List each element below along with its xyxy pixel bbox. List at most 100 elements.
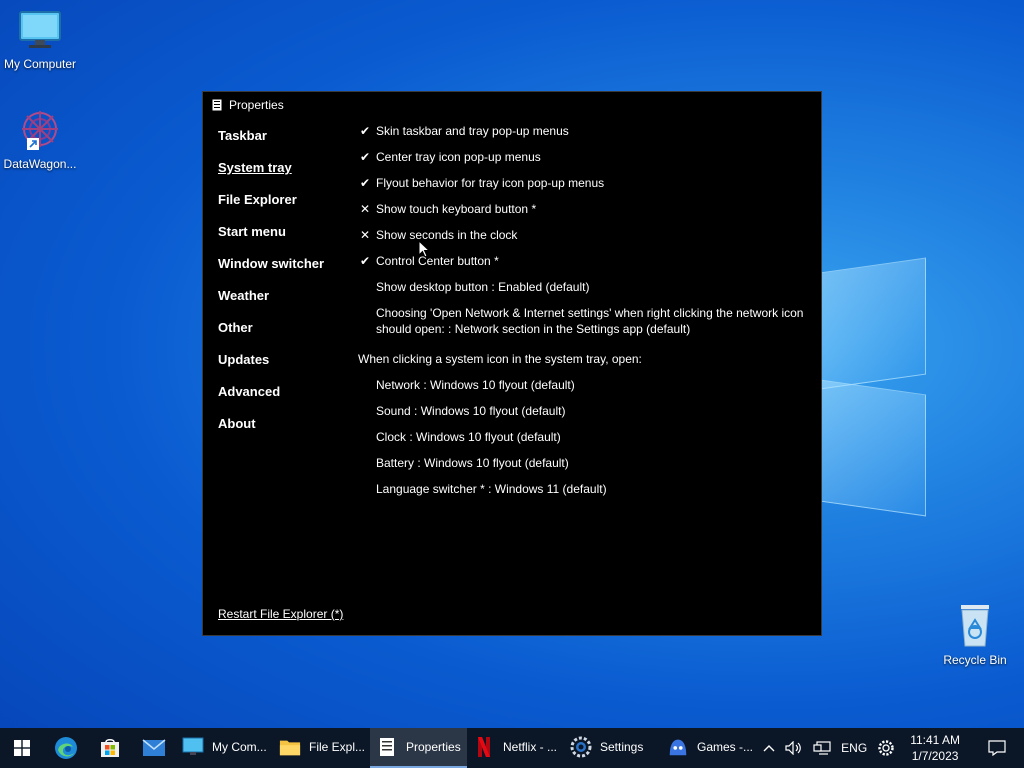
taskbar-app-my-computer[interactable]: My Com... bbox=[176, 728, 273, 768]
mail-icon bbox=[142, 739, 166, 756]
monitor-icon bbox=[182, 736, 204, 758]
setting-network-flyout[interactable]: Network : Windows 10 flyout (default) bbox=[358, 377, 808, 403]
properties-window: Properties Taskbar System tray File Expl… bbox=[202, 91, 822, 636]
setting-label: Clock : Windows 10 flyout (default) bbox=[376, 430, 561, 444]
window-title: Properties bbox=[229, 98, 284, 112]
nav-item-weather[interactable]: Weather bbox=[218, 288, 348, 320]
taskbar-app-label: Netflix - ... bbox=[503, 740, 558, 754]
desktop-icon-my-computer[interactable]: My Computer bbox=[0, 10, 80, 71]
desktop-icon-label: Recycle Bin bbox=[943, 653, 1007, 667]
properties-icon bbox=[212, 99, 222, 111]
setting-label: Sound : Windows 10 flyout (default) bbox=[376, 404, 566, 418]
network-icon bbox=[813, 741, 831, 755]
desktop-icon-recycle-bin[interactable]: Recycle Bin bbox=[935, 602, 1015, 667]
setting-label: Show touch keyboard button * bbox=[376, 202, 537, 216]
desktop-icon-datawagon[interactable]: DataWagon... bbox=[0, 106, 80, 171]
taskbar: My Com... File Expl... Properties Netfli… bbox=[0, 728, 1024, 768]
setting-network-settings-target[interactable]: Choosing 'Open Network & Internet settin… bbox=[358, 305, 808, 351]
nav-item-start-menu[interactable]: Start menu bbox=[218, 224, 348, 256]
desktop-icon-label: My Computer bbox=[3, 57, 77, 71]
monitor-icon bbox=[19, 11, 61, 48]
cross-icon: ✕ bbox=[359, 202, 371, 216]
setting-language-switcher[interactable]: Language switcher * : Windows 11 (defaul… bbox=[358, 481, 808, 507]
taskbar-app-label: My Com... bbox=[212, 740, 267, 754]
setting-label: Flyout behavior for tray icon pop-up men… bbox=[376, 176, 605, 190]
nav-item-taskbar[interactable]: Taskbar bbox=[218, 128, 348, 160]
clock[interactable]: 11:41 AM 1/7/2023 bbox=[900, 728, 970, 768]
datawagon-icon bbox=[22, 111, 58, 150]
start-button[interactable] bbox=[0, 728, 44, 768]
games-icon bbox=[667, 736, 689, 758]
setting-flyout-behavior[interactable]: ✔ Flyout behavior for tray icon pop-up m… bbox=[358, 175, 808, 201]
clock-date: 1/7/2023 bbox=[911, 749, 959, 763]
volume-button[interactable] bbox=[780, 728, 808, 768]
taskbar-app-properties[interactable]: Properties bbox=[370, 728, 467, 768]
setting-center-tray-menus[interactable]: ✔ Center tray icon pop-up menus bbox=[358, 149, 808, 175]
taskbar-app-label: Settings bbox=[600, 740, 644, 754]
cross-icon: ✕ bbox=[359, 228, 371, 242]
nav-item-other[interactable]: Other bbox=[218, 320, 348, 352]
setting-label: Language switcher * : Windows 11 (defaul… bbox=[376, 482, 607, 496]
checkmark-icon: ✔ bbox=[359, 150, 371, 164]
checkmark-icon: ✔ bbox=[359, 254, 371, 268]
setting-clock-flyout[interactable]: Clock : Windows 10 flyout (default) bbox=[358, 429, 808, 455]
checkmark-icon: ✔ bbox=[359, 124, 371, 138]
taskbar-edge-button[interactable] bbox=[44, 728, 88, 768]
setting-label: Network : Windows 10 flyout (default) bbox=[376, 378, 575, 392]
setting-skin-tray-menus[interactable]: ✔ Skin taskbar and tray pop-up menus bbox=[358, 123, 808, 149]
checkmark-icon: ✔ bbox=[359, 176, 371, 190]
restart-file-explorer-link[interactable]: Restart File Explorer (*) bbox=[218, 607, 343, 621]
section-heading: When clicking a system icon in the syste… bbox=[358, 351, 808, 377]
setting-battery-flyout[interactable]: Battery : Windows 10 flyout (default) bbox=[358, 455, 808, 481]
chevron-up-icon bbox=[763, 745, 775, 752]
taskbar-mail-button[interactable] bbox=[132, 728, 176, 768]
speaker-icon bbox=[785, 741, 802, 755]
system-tray: ENG 11:41 AM 1/7/2023 bbox=[758, 728, 1024, 768]
windows-logo-wallpaper bbox=[820, 255, 930, 517]
nav-item-about[interactable]: About bbox=[218, 416, 348, 448]
language-switcher[interactable]: ENG bbox=[836, 728, 872, 768]
nav-item-window-switcher[interactable]: Window switcher bbox=[218, 256, 348, 288]
network-button[interactable] bbox=[808, 728, 836, 768]
setting-label: Choosing 'Open Network & Internet settin… bbox=[376, 306, 804, 336]
clock-time: 11:41 AM bbox=[910, 733, 960, 747]
netflix-icon bbox=[473, 736, 495, 758]
setting-label: Show seconds in the clock bbox=[376, 228, 518, 242]
taskbar-app-label: Properties bbox=[406, 740, 461, 754]
nav-item-file-explorer[interactable]: File Explorer bbox=[218, 192, 348, 224]
setting-sound-flyout[interactable]: Sound : Windows 10 flyout (default) bbox=[358, 403, 808, 429]
setting-label: Center tray icon pop-up menus bbox=[376, 150, 541, 164]
setting-label: Battery : Windows 10 flyout (default) bbox=[376, 456, 569, 470]
taskbar-app-settings[interactable]: Settings bbox=[564, 728, 661, 768]
properties-icon bbox=[376, 736, 398, 758]
settings-nav: Taskbar System tray File Explorer Start … bbox=[218, 128, 348, 448]
show-hidden-icons-button[interactable] bbox=[758, 728, 780, 768]
nav-item-updates[interactable]: Updates bbox=[218, 352, 348, 384]
nav-item-advanced[interactable]: Advanced bbox=[218, 384, 348, 416]
section-heading-label: When clicking a system icon in the syste… bbox=[358, 352, 642, 366]
taskbar-app-label: Games -... bbox=[697, 740, 752, 754]
setting-label: Skin taskbar and tray pop-up menus bbox=[376, 124, 569, 138]
control-center-button[interactable] bbox=[872, 728, 900, 768]
nav-item-system-tray[interactable]: System tray bbox=[218, 160, 348, 192]
taskbar-app-label: File Expl... bbox=[309, 740, 364, 754]
taskbar-app-games[interactable]: Games -... bbox=[661, 728, 758, 768]
recycle-bin-icon bbox=[961, 605, 989, 647]
mouse-cursor-icon bbox=[418, 240, 430, 258]
settings-icon bbox=[570, 736, 592, 758]
settings-content: ✔ Skin taskbar and tray pop-up menus ✔ C… bbox=[358, 123, 808, 507]
edge-icon bbox=[55, 737, 77, 759]
windows-start-icon bbox=[14, 740, 30, 756]
folder-icon bbox=[279, 736, 301, 758]
taskbar-app-file-explorer[interactable]: File Expl... bbox=[273, 728, 370, 768]
notifications-button[interactable] bbox=[970, 728, 1024, 768]
desktop-icon-label: DataWagon... bbox=[3, 157, 77, 171]
title-bar[interactable]: Properties bbox=[203, 92, 821, 118]
setting-touch-keyboard[interactable]: ✕ Show touch keyboard button * bbox=[358, 201, 808, 227]
setting-label: Show desktop button : Enabled (default) bbox=[376, 280, 590, 294]
setting-show-desktop-button[interactable]: Show desktop button : Enabled (default) bbox=[358, 279, 808, 305]
gear-icon bbox=[878, 740, 894, 756]
setting-label: Control Center button * bbox=[376, 254, 499, 268]
taskbar-store-button[interactable] bbox=[88, 728, 132, 768]
taskbar-app-netflix[interactable]: Netflix - ... bbox=[467, 728, 564, 768]
